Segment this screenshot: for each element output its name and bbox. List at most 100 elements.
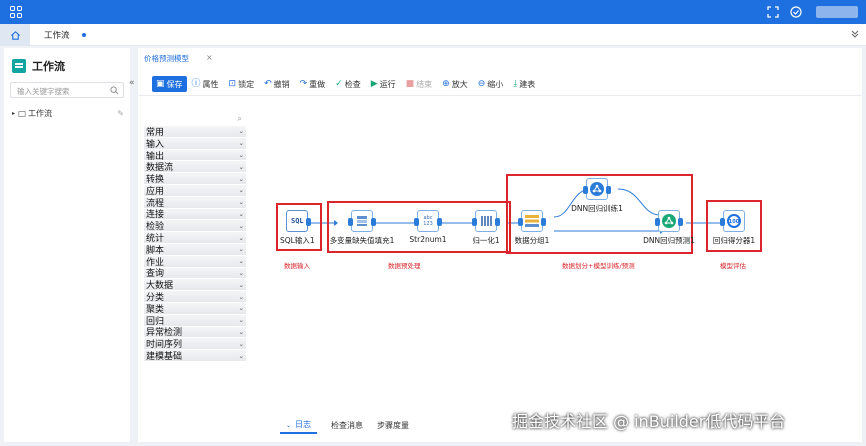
toolbar-button-play[interactable]: ▶ 运行 xyxy=(366,76,401,92)
toolbar-button-table[interactable]: ⤓ 建表 xyxy=(508,76,540,92)
toolbar-button-label: 结束 xyxy=(416,79,433,89)
home-tab[interactable] xyxy=(0,24,30,46)
score-icon: 100 xyxy=(720,210,745,232)
chevron-down-icon[interactable]: ⌄ xyxy=(239,245,244,253)
grid-icon[interactable] xyxy=(10,6,22,18)
toolbar-button-zoom-out[interactable]: ⊖ 缩小 xyxy=(473,76,509,92)
chevron-down-icon[interactable]: ⌄ xyxy=(239,234,244,242)
toolbar-button-lock[interactable]: ⊡ 锁定 xyxy=(224,76,260,92)
node-dnn-train[interactable]: DNN回归训练1 xyxy=(566,178,628,214)
search-icon[interactable]: ⌕ xyxy=(238,114,242,124)
input-port[interactable] xyxy=(655,218,660,226)
toolbar-button-zoom-in[interactable]: ⊕ 放大 xyxy=(437,76,473,92)
check-circle-icon[interactable] xyxy=(790,6,802,18)
chevron-down-icon[interactable]: ⌄ xyxy=(239,163,244,171)
sql-icon: SQL xyxy=(286,210,312,232)
component-category-label: 建模基础 xyxy=(146,352,183,363)
watermark-text: 掘金技术社区 @ inBuilder低代码平台 xyxy=(512,412,786,431)
editor-panel: 价格预测模型 × ▣ 保存 ⓘ 属性 ⊡ 锁定 ↶ 撤销 ↷ 重做 ✓ 检查 ▶ 运行 ■ 结束 ⊕ 放大 ⊖ 缩小 ⤓… xyxy=(138,48,862,442)
node-missing-fill[interactable]: 多变量缺失值填充1 xyxy=(326,210,398,246)
chevron-down-icon[interactable]: ⌄ xyxy=(239,198,244,206)
toolbar-button-undo[interactable]: ↶ 撤销 xyxy=(259,76,295,92)
output-port[interactable] xyxy=(678,218,683,226)
edit-icon[interactable]: ✎ xyxy=(117,109,124,118)
sidebar-search-input[interactable]: 输入关键字搜索 xyxy=(10,82,124,98)
input-port[interactable] xyxy=(720,218,725,226)
collapse-icon[interactable]: ⌄ xyxy=(286,422,291,429)
chevron-down-icon[interactable]: ⌄ xyxy=(239,304,244,312)
toolbar-button-label: 属性 xyxy=(202,79,219,89)
chevron-down-icon[interactable]: ⌄ xyxy=(239,340,244,348)
input-port[interactable] xyxy=(518,218,523,226)
sidebar-title-text: 工作流 xyxy=(32,60,65,73)
toolbar-button-label: 检查 xyxy=(344,79,361,89)
chevron-down-icon[interactable]: ⌄ xyxy=(239,293,244,301)
node-dnn-predict[interactable]: DNN回归预测1 xyxy=(638,210,700,246)
tab-workflow[interactable]: 工作流 xyxy=(34,24,96,46)
chevron-down-icon[interactable]: ⌄ xyxy=(239,151,244,159)
input-port[interactable] xyxy=(414,218,419,226)
output-port[interactable] xyxy=(606,186,611,194)
tree-item-workflow[interactable]: ▸ 工作流 ✎ xyxy=(12,108,124,119)
info-icon: ⓘ xyxy=(191,78,201,89)
active-dot-icon xyxy=(81,33,86,37)
node-label: DNN回归预测1 xyxy=(643,236,695,245)
expand-icon[interactable] xyxy=(767,6,779,18)
node-label: DNN回归训练1 xyxy=(571,204,623,213)
node-str2num[interactable]: abc 123 Str2num1 xyxy=(407,210,449,244)
input-port[interactable] xyxy=(472,218,477,226)
node-label: 归一化1 xyxy=(472,236,500,245)
caret-right-icon[interactable]: ▸ xyxy=(12,110,15,117)
toolbar-button-info[interactable]: ⓘ 属性 xyxy=(187,76,224,92)
tab-log[interactable]: ⌄ 日志 xyxy=(280,417,318,434)
input-port[interactable] xyxy=(583,186,588,194)
node-normalize[interactable]: 归一化1 xyxy=(465,210,507,246)
chevron-down-icon[interactable]: ⌄ xyxy=(239,222,244,230)
component-category[interactable]: 建模基础 ⌄ xyxy=(144,350,246,362)
close-icon[interactable]: × xyxy=(206,53,213,62)
toolbar-button-stop[interactable]: ■ 结束 xyxy=(401,76,438,92)
workflow-logo-icon xyxy=(12,59,26,73)
lock-icon: ⊡ xyxy=(228,78,237,89)
collapse-sidebar-icon[interactable]: « xyxy=(129,78,135,88)
toolbar-button-check[interactable]: ✓ 检查 xyxy=(330,76,366,92)
chevron-down-icon[interactable] xyxy=(850,29,860,39)
node-label: 多变量缺失值填充1 xyxy=(329,236,395,245)
toolbar-button-label: 建表 xyxy=(519,79,536,89)
redo-icon: ↷ xyxy=(299,78,308,89)
component-search[interactable]: ⌕ xyxy=(144,114,244,126)
chevron-down-icon[interactable]: ⌄ xyxy=(239,210,244,218)
toolbar-button-save[interactable]: ▣ 保存 xyxy=(152,76,187,92)
normalize-icon xyxy=(472,210,500,232)
doc-tab-price-model[interactable]: 价格预测模型 xyxy=(144,53,189,64)
chevron-down-icon[interactable]: ⌄ xyxy=(239,175,244,183)
output-port[interactable] xyxy=(495,218,500,226)
node-data-split[interactable]: 数据分组1 xyxy=(512,210,552,246)
workflow-sidebar: 工作流 输入关键字搜索 ▸ 工作流 ✎ xyxy=(4,48,130,442)
output-port[interactable] xyxy=(306,218,312,226)
chevron-down-icon[interactable]: ⌄ xyxy=(239,269,244,277)
chevron-down-icon[interactable]: ⌄ xyxy=(239,257,244,265)
chevron-down-icon[interactable]: ⌄ xyxy=(239,352,244,360)
chevron-down-icon[interactable]: ⌄ xyxy=(239,316,244,324)
output-port[interactable] xyxy=(541,218,546,226)
input-port[interactable] xyxy=(348,218,353,226)
zoom-in-icon: ⊕ xyxy=(442,78,450,89)
tab-bar: 工作流 xyxy=(0,24,866,46)
chevron-down-icon[interactable]: ⌄ xyxy=(239,328,244,336)
chevron-down-icon[interactable]: ⌄ xyxy=(239,281,244,289)
node-sql-input[interactable]: SQL SQL输入1 xyxy=(280,210,315,246)
user-avatar[interactable] xyxy=(816,6,858,18)
chevron-down-icon[interactable]: ⌄ xyxy=(239,127,244,135)
workflow-canvas[interactable]: 数据输入 数据预处理 数据划分+模型训练/预测 模型评估 SQL SQL输入1 … xyxy=(256,106,860,406)
dnn-predict-icon xyxy=(655,210,683,232)
chevron-down-icon[interactable]: ⌄ xyxy=(239,139,244,147)
output-port[interactable] xyxy=(371,218,376,226)
tab-check-messages[interactable]: 检查消息 xyxy=(331,420,363,431)
chevron-down-icon[interactable]: ⌄ xyxy=(239,186,244,194)
toolbar-button-redo[interactable]: ↷ 重做 xyxy=(295,76,331,92)
node-regression-score[interactable]: 100 回归得分器1 xyxy=(709,210,759,246)
tab-step-metrics[interactable]: 步骤度量 xyxy=(377,420,409,431)
output-port[interactable] xyxy=(437,218,442,226)
search-icon[interactable] xyxy=(110,86,119,95)
